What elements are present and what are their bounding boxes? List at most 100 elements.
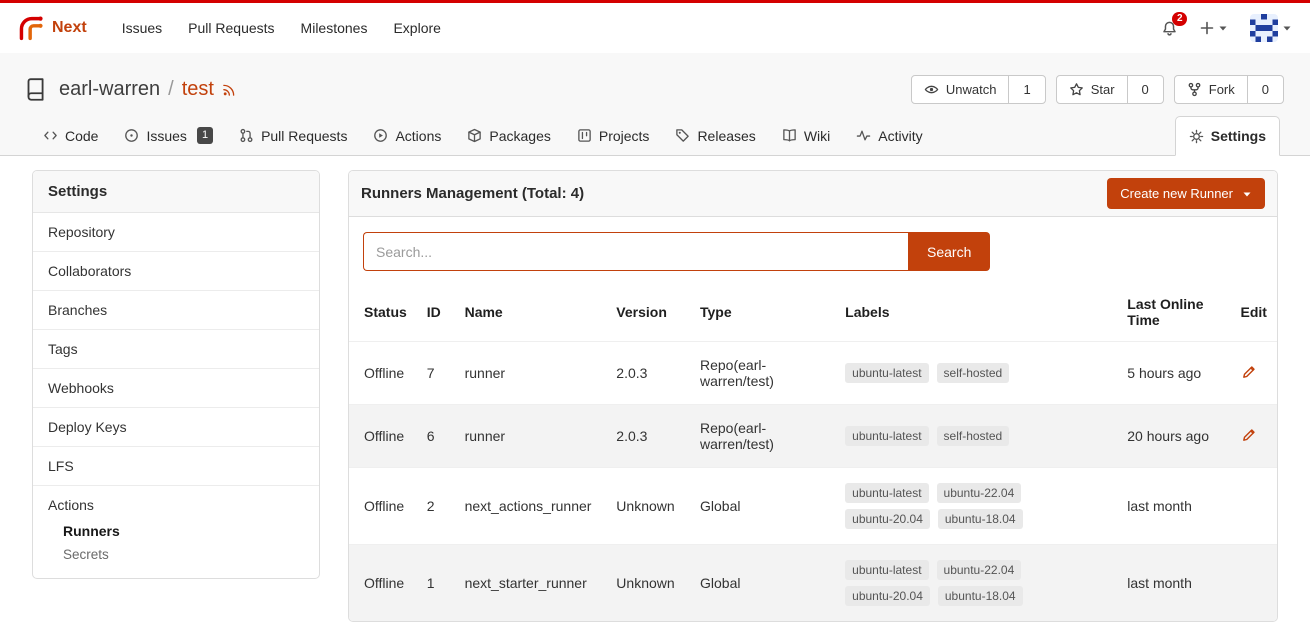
sidebar-items: RepositoryCollaboratorsBranchesTagsWebho… — [33, 213, 319, 486]
runner-edit — [1231, 545, 1278, 622]
tab-settings[interactable]: Settings — [1175, 116, 1280, 156]
brand-name: Next — [52, 19, 87, 37]
edit-runner-button[interactable] — [1241, 364, 1257, 380]
runner-label: self-hosted — [937, 363, 1010, 383]
sidebar-subitem-runners[interactable]: Runners — [63, 519, 304, 543]
tab-code[interactable]: Code — [30, 116, 111, 155]
create-menu-button[interactable] — [1200, 21, 1228, 35]
tab-pull-requests[interactable]: Pull Requests — [226, 116, 360, 155]
runners-table: StatusIDNameVersionTypeLabelsLast Online… — [349, 283, 1277, 621]
tab-label: Pull Requests — [261, 128, 347, 144]
runner-id: 6 — [417, 405, 455, 468]
runner-name: next_starter_runner — [455, 545, 607, 622]
star-button[interactable]: Star — [1057, 76, 1127, 103]
unwatch-button[interactable]: Unwatch — [912, 76, 1009, 103]
runner-row: Offline7runner2.0.3Repo(earl-warren/test… — [349, 342, 1277, 405]
runner-last-online: 5 hours ago — [1117, 342, 1230, 405]
sidebar-item-lfs[interactable]: LFS — [33, 447, 319, 486]
tab-label: Projects — [599, 128, 650, 144]
runner-version: 2.0.3 — [606, 342, 690, 405]
avatar — [1250, 14, 1278, 42]
runner-status: Offline — [349, 468, 417, 545]
runner-label: ubuntu-latest — [845, 560, 928, 580]
runner-type: Global — [690, 468, 835, 545]
runner-id: 2 — [417, 468, 455, 545]
runner-version: 2.0.3 — [606, 405, 690, 468]
search-input[interactable] — [363, 232, 908, 271]
tab-activity[interactable]: Activity — [843, 116, 935, 155]
runner-label: ubuntu-latest — [845, 483, 928, 503]
runner-name: runner — [455, 405, 607, 468]
navbar-link-pull-requests[interactable]: Pull Requests — [175, 20, 287, 36]
runner-label: ubuntu-latest — [845, 363, 928, 383]
home-link[interactable]: Next — [18, 15, 87, 42]
pulse-icon — [856, 128, 871, 143]
runner-edit — [1231, 468, 1278, 545]
tab-label: Settings — [1211, 128, 1266, 144]
search-button[interactable]: Search — [908, 232, 990, 271]
tab-label: Actions — [395, 128, 441, 144]
sidebar-item-label: Actions — [48, 497, 94, 513]
navbar-right: 2 — [1161, 14, 1292, 42]
book-icon — [782, 128, 797, 143]
runner-labels: ubuntu-latest self-hosted — [835, 405, 1117, 468]
runner-label: ubuntu-latest — [845, 426, 928, 446]
watchers-count[interactable]: 1 — [1008, 76, 1044, 103]
sidebar-item-deploy-keys[interactable]: Deploy Keys — [33, 408, 319, 447]
tab-label: Issues — [146, 128, 186, 144]
repo-name-link[interactable]: test — [182, 78, 214, 101]
forgejo-logo-icon — [18, 15, 45, 42]
runner-labels: ubuntu-latestubuntu-22.04ubuntu-20.04ubu… — [835, 468, 1117, 545]
chevron-down-icon — [1242, 189, 1252, 199]
notifications-button[interactable]: 2 — [1161, 20, 1178, 37]
sidebar-item-tags[interactable]: Tags — [33, 330, 319, 369]
create-runner-button[interactable]: Create new Runner — [1107, 178, 1265, 209]
repo-tabs: Code Issues 1 Pull Requests Actions Packages P… — [30, 116, 936, 155]
runner-label: ubuntu-22.04 — [937, 483, 1022, 503]
issue-icon — [124, 128, 139, 143]
tab-releases[interactable]: Releases — [662, 116, 768, 155]
tab-projects[interactable]: Projects — [564, 116, 663, 155]
tab-label: Releases — [697, 128, 755, 144]
column-header-name: Name — [455, 283, 607, 342]
repo-owner-link[interactable]: earl-warren — [59, 78, 160, 101]
fork-label: Fork — [1209, 82, 1235, 97]
table-header-row: StatusIDNameVersionTypeLabelsLast Online… — [349, 283, 1277, 342]
sidebar-item-collaborators[interactable]: Collaborators — [33, 252, 319, 291]
repo-tab-bar: Code Issues 1 Pull Requests Actions Packages P… — [0, 116, 1310, 156]
runner-label: self-hosted — [937, 426, 1010, 446]
runner-row: Offline6runner2.0.3Repo(earl-warren/test… — [349, 405, 1277, 468]
issues-count-badge: 1 — [197, 127, 213, 143]
column-header-type: Type — [690, 283, 835, 342]
navbar-link-milestones[interactable]: Milestones — [288, 20, 381, 36]
edit-runner-button[interactable] — [1241, 427, 1257, 443]
forks-count[interactable]: 0 — [1247, 76, 1283, 103]
search-bar: Search — [349, 217, 1277, 283]
navbar-link-explore[interactable]: Explore — [380, 20, 453, 36]
runner-version: Unknown — [606, 468, 690, 545]
play-icon — [373, 128, 388, 143]
repo-header: earl-warren / test Unwatch 1 Star 0 — [0, 67, 1310, 106]
tab-issues[interactable]: Issues 1 — [111, 116, 226, 155]
column-header-status: Status — [349, 283, 417, 342]
sidebar-subitem-secrets[interactable]: Secrets — [63, 543, 304, 566]
user-menu-button[interactable] — [1250, 14, 1292, 42]
navbar-link-issues[interactable]: Issues — [109, 20, 175, 36]
runner-type: Repo(earl-warren/test) — [690, 342, 835, 405]
stars-count[interactable]: 0 — [1127, 76, 1163, 103]
sidebar-item-repository[interactable]: Repository — [33, 213, 319, 252]
runner-status: Offline — [349, 342, 417, 405]
sidebar-item-branches[interactable]: Branches — [33, 291, 319, 330]
fork-button[interactable]: Fork — [1175, 76, 1247, 103]
sidebar-item-actions[interactable]: Actions RunnersSecrets — [33, 486, 319, 578]
tab-wiki[interactable]: Wiki — [769, 116, 843, 155]
sidebar-item-webhooks[interactable]: Webhooks — [33, 369, 319, 408]
tab-label: Packages — [489, 128, 550, 144]
runner-edit — [1231, 405, 1278, 468]
tab-packages[interactable]: Packages — [454, 116, 563, 155]
tab-actions[interactable]: Actions — [360, 116, 454, 155]
runner-last-online: last month — [1117, 545, 1230, 622]
rss-feed-icon[interactable] — [222, 82, 237, 97]
runner-label: ubuntu-18.04 — [938, 509, 1023, 529]
tab-label: Code — [65, 128, 98, 144]
